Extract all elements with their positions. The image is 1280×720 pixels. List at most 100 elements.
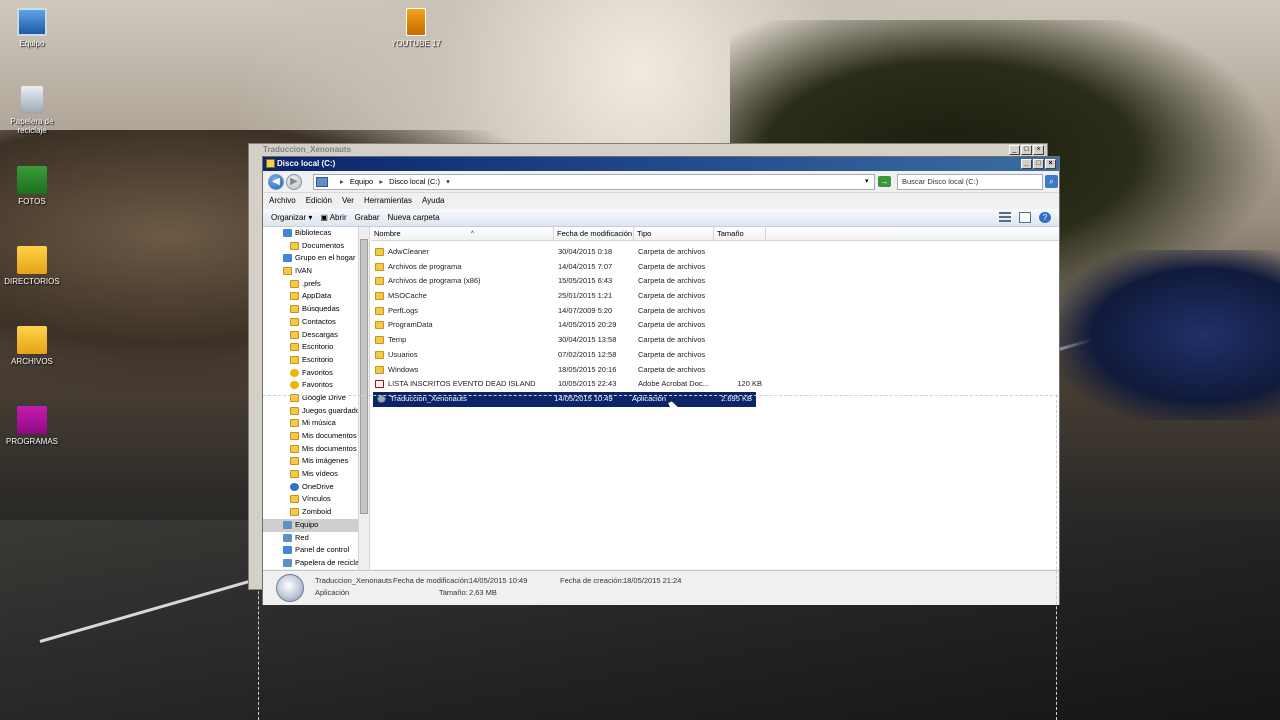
new-folder-button[interactable]: Nueva carpeta [388,209,440,226]
nav-item[interactable]: Descargas [263,329,369,342]
file-name-label: ProgramData [388,320,433,330]
nav-item[interactable]: Google Drive [263,392,369,405]
background-window-title[interactable]: Traduccion_Xenonauts [249,144,1047,156]
nav-item[interactable]: Mis vídeos [263,468,369,481]
homegroup-icon [283,254,292,263]
breadcrumb[interactable]: ▸ Equipo ▸ Disco local (C:) ▾ [313,174,875,190]
nav-item[interactable]: Contactos [263,316,369,329]
breadcrumb-sep[interactable]: ▸ [340,177,344,186]
file-name: Archivos de programa (x86) [371,274,554,289]
nav-item[interactable]: Documentos [263,240,369,253]
breadcrumb-current[interactable]: Disco local (C:) [389,177,440,186]
desktop-icon-youtube[interactable]: YOUTUBE 17 [384,8,448,48]
breadcrumb-sep[interactable]: ▸ [379,177,383,186]
desktop-icon-recycle-bin[interactable]: Papelera de reciclaje [0,86,64,135]
nav-item[interactable]: Mis documentos [263,430,369,443]
file-date: 15/05/2015 6:43 [558,276,613,286]
details-modified: 14/05/2015 10:49 [469,576,528,585]
nav-item[interactable]: Búsquedas [263,303,369,316]
forward-button[interactable]: ▶ [286,174,302,190]
desktop-icon-programas[interactable]: PROGRAMAS [0,406,64,446]
nav-item[interactable]: Zomboid [263,506,369,519]
nav-item[interactable]: Escritorio [263,341,369,354]
folder-icon [290,444,299,453]
file-name-label: Windows [388,364,419,374]
views-icon[interactable] [999,212,1011,223]
nav-item[interactable]: Mis documentos [263,443,369,456]
close-button[interactable]: × [1045,159,1056,169]
maximize-button[interactable]: □ [1033,159,1044,169]
desktop-icon-fotos[interactable]: FOTOS [0,166,64,206]
burn-button[interactable]: Grabar [355,209,380,226]
organize-button[interactable]: Organizar ▾ [271,209,312,226]
nav-item[interactable]: OneDrive [263,481,369,494]
nav-item[interactable]: Bibliotecas [263,227,369,240]
file-row[interactable]: Temp 30/04/2015 13:58 Carpeta de archivos [371,333,1059,348]
menu-ver[interactable]: Ver [342,193,354,209]
breadcrumb-sep[interactable]: ▾ [446,177,450,186]
file-row[interactable]: AdwCleaner 30/04/2015 0:18 Carpeta de arch… [371,245,1059,260]
menu-herramientas[interactable]: Herramientas [364,193,412,209]
nav-item[interactable]: AppData [263,290,369,303]
navigation-pane: Bibliotecas Documentos Grupo en el hogar IV… [263,227,370,569]
minimize-button[interactable]: _ [1009,145,1020,155]
desktop-icon-equipo[interactable]: Equipo [0,8,64,48]
file-type: Carpeta de archivos [638,335,706,345]
column-type[interactable]: Tipo [634,227,714,240]
nav-item[interactable]: Favoritos [263,367,369,380]
file-size [714,274,766,289]
maximize-button[interactable]: □ [1021,145,1032,155]
application-icon [276,574,304,602]
preview-pane-icon[interactable] [1019,212,1031,223]
column-size[interactable]: Tamaño [714,227,766,240]
nav-item[interactable]: Red [263,532,369,545]
nav-item[interactable]: Mis imágenes [263,455,369,468]
search-icon[interactable]: ⌕ [1045,175,1058,188]
file-type: Carpeta de archivos [638,291,706,301]
nav-item[interactable]: Papelera de reciclaje [263,557,369,569]
column-name[interactable]: Nombre ^ [371,227,554,240]
selection-marquee [258,395,260,720]
nav-item[interactable]: .prefs [263,278,369,291]
nav-item[interactable]: Favoritos [263,379,369,392]
file-row[interactable]: Archivos de programa 14/04/2015 7:07 Carpe… [371,260,1059,275]
file-row[interactable]: LISTA INSCRITOS EVENTO DEAD ISLAND 10/05/… [371,377,1059,392]
search-input[interactable]: Buscar Disco local (C:) [897,174,1043,190]
nav-item[interactable]: IVAN [263,265,369,278]
close-button[interactable]: × [1033,145,1044,155]
refresh-button[interactable]: → [878,176,891,187]
nav-scrollbar-thumb[interactable] [360,239,368,514]
nav-item[interactable]: Escritorio [263,354,369,367]
nav-item[interactable]: Grupo en el hogar [263,252,369,265]
file-row[interactable]: Archivos de programa (x86) 15/05/2015 6:4… [371,274,1059,289]
nav-item[interactable]: Juegos guardados [263,405,369,418]
minimize-button[interactable]: _ [1021,159,1032,169]
nav-item[interactable]: Mi música [263,417,369,430]
folder-icon [290,432,299,441]
open-button[interactable]: ▣ Abrir [320,209,346,226]
file-row[interactable]: ProgramData 14/05/2015 20:29 Carpeta de ar… [371,318,1059,333]
menu-archivo[interactable]: Archivo [269,193,296,209]
photos-shortcut-icon [17,166,47,194]
file-row[interactable]: Windows 18/05/2015 20:16 Carpeta de archiv… [371,363,1059,378]
back-button[interactable]: ◀ [268,174,284,190]
nav-item[interactable]: Panel de control [263,544,369,557]
breadcrumb-equipo[interactable]: Equipo [350,177,373,186]
column-date[interactable]: Fecha de modificación [554,227,634,240]
window-titlebar[interactable]: Disco local (C:) _ □ × [263,157,1059,171]
history-dropdown-button[interactable]: ▾ [865,174,869,190]
file-row[interactable]: MSOCache 25/01/2015 1:21 Carpeta de archiv… [371,289,1059,304]
desktop-icon-directorios[interactable]: DIRECTORIOS [0,246,64,286]
menu-edicion[interactable]: Edición [306,193,332,209]
file-rows: AdwCleaner 30/04/2015 0:18 Carpeta de arch… [371,241,1059,407]
menu-ayuda[interactable]: Ayuda [422,193,445,209]
file-row[interactable]: Usuarios 07/02/2015 12:58 Carpeta de archi… [371,348,1059,363]
nav-item[interactable]: Vínculos [263,493,369,506]
file-row[interactable]: PerfLogs 14/07/2009 5:20 Carpeta de archiv… [371,304,1059,319]
help-icon[interactable]: ? [1039,212,1051,223]
nav-item-label: Grupo en el hogar [295,253,356,263]
nav-scrollbar[interactable] [358,227,369,569]
file-type: Carpeta de archivos [638,349,706,359]
desktop-icon-archivos[interactable]: ARCHIVOS [0,326,64,366]
nav-item[interactable]: Equipo [263,518,369,532]
